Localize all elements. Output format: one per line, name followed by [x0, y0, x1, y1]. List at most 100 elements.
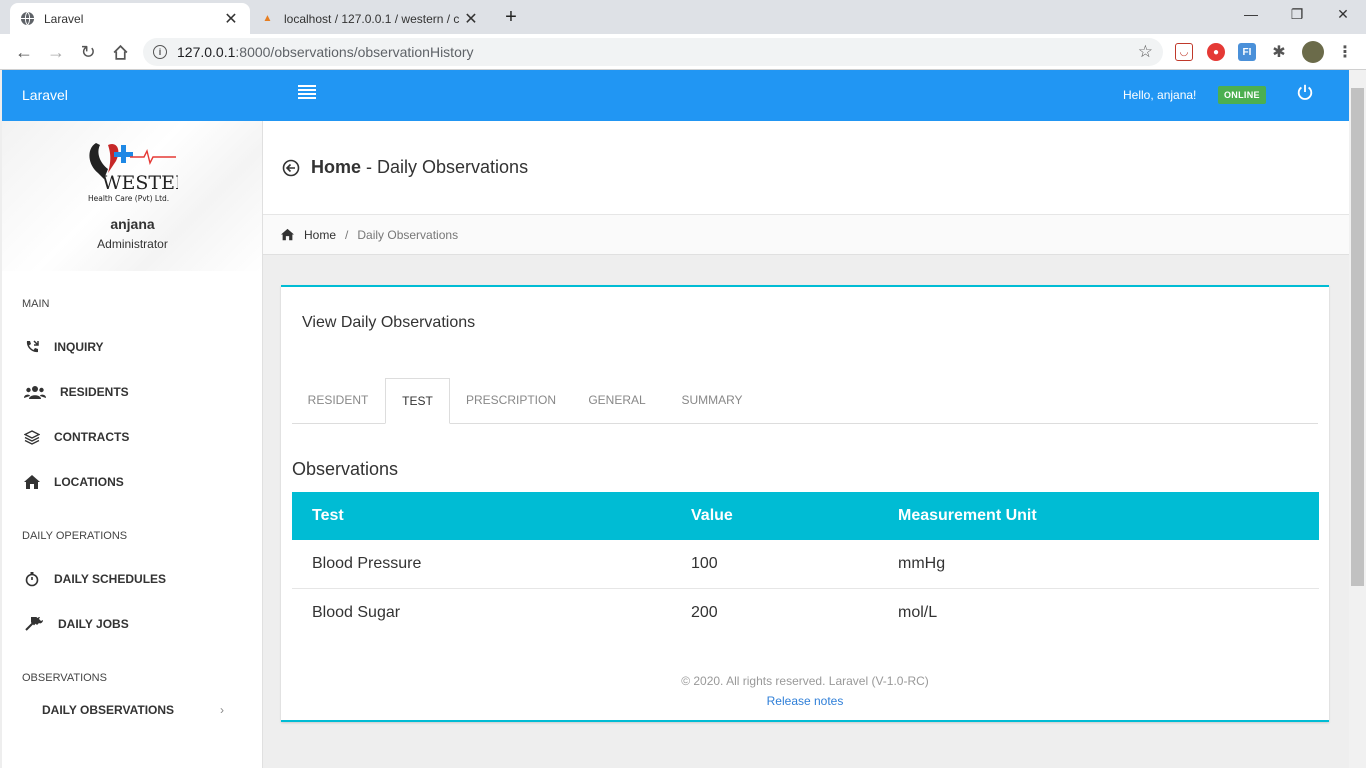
sidebar-item-label: RESIDENTS — [60, 385, 129, 399]
section-daily-operations: DAILY OPERATIONS — [22, 530, 128, 542]
back-arrow-icon[interactable] — [282, 159, 300, 177]
sidebar-item-residents[interactable]: RESIDENTS — [22, 384, 129, 400]
user-role: Administrator — [97, 237, 168, 251]
cell-test: Blood Sugar — [312, 604, 401, 621]
tab-general[interactable]: GENERAL — [573, 378, 661, 424]
release-notes-link[interactable]: Release notes — [281, 694, 1329, 708]
column-header-unit: Measurement Unit — [898, 507, 1037, 524]
browser-tab-laravel[interactable]: Laravel ✕ — [10, 3, 250, 34]
close-icon[interactable]: ✕ — [222, 9, 240, 29]
sidebar-item-label: LOCATIONS — [54, 475, 124, 489]
sidebar: WESTERN Health Care (Pvt) Ltd. anjana Ad… — [2, 121, 263, 768]
tab-resident[interactable]: RESIDENT — [292, 378, 384, 424]
browser-tab-title: localhost / 127.0.0.1 / western / c — [284, 11, 460, 26]
cell-unit: mol/L — [898, 604, 938, 621]
home-icon — [22, 474, 42, 490]
kebab-menu-icon[interactable]: ⋮ — [1336, 43, 1354, 61]
tab-prescription[interactable]: PRESCRIPTION — [450, 378, 572, 424]
column-header-test: Test — [312, 507, 344, 524]
globe-icon — [20, 11, 35, 26]
tab-summary[interactable]: SUMMARY — [663, 378, 761, 424]
column-header-value: Value — [691, 507, 733, 524]
power-icon[interactable] — [1296, 83, 1314, 101]
layers-icon — [22, 429, 42, 445]
sidebar-profile: WESTERN Health Care (Pvt) Ltd. anjana Ad… — [2, 121, 262, 271]
breadcrumb-current: Daily Observations — [357, 227, 459, 242]
copyright-text: © 2020. All rights reserved. Laravel (V-… — [681, 674, 929, 688]
chevron-right-icon: › — [220, 703, 224, 717]
sidebar-item-label: CONTRACTS — [54, 430, 130, 444]
card-title: View Daily Observations — [302, 314, 476, 331]
user-greeting: Hello, anjana! — [1123, 88, 1197, 102]
sidebar-item-contracts[interactable]: CONTRACTS — [22, 429, 129, 445]
pocket-extension-icon[interactable]: ◡ — [1175, 43, 1193, 61]
address-bar[interactable]: i 127.0.0.1:8000/observations/observatio… — [143, 38, 1163, 66]
app-navbar: Laravel Hello, anjana! ONLINE — [2, 70, 1349, 121]
sidebar-item-label: INQUIRY — [54, 340, 104, 354]
table-header: Test Value Measurement Unit — [292, 492, 1319, 540]
phpmyadmin-icon: ▲ — [262, 13, 273, 24]
phone-icon — [22, 339, 42, 355]
reload-icon[interactable]: ↻ — [76, 40, 100, 64]
avatar[interactable] — [1302, 41, 1324, 63]
breadcrumb-separator: / — [345, 227, 349, 242]
app-brand[interactable]: Laravel — [22, 87, 68, 103]
url-host: 127.0.0.1 — [177, 44, 236, 60]
minimize-icon[interactable]: — — [1236, 6, 1266, 22]
browser-tab-phpmyadmin[interactable]: ▲ localhost / 127.0.0.1 / western / c ✕ — [250, 3, 490, 34]
url-path: :8000/observations/observationHistory — [235, 44, 474, 60]
browser-tab-title: Laravel — [44, 11, 84, 26]
translate-extension-icon[interactable]: FI — [1238, 43, 1256, 61]
cell-unit: mmHg — [898, 555, 946, 572]
western-logo: WESTERN Health Care (Pvt) Ltd. — [88, 143, 178, 203]
cell-test: Blood Pressure — [312, 555, 422, 572]
home-icon — [281, 228, 294, 241]
restore-icon[interactable]: ❐ — [1282, 6, 1312, 23]
page-scrollbar[interactable] — [1349, 70, 1366, 768]
status-badge: ONLINE — [1218, 86, 1266, 104]
tab-test[interactable]: TEST — [385, 378, 450, 424]
tools-icon — [22, 616, 46, 632]
sidebar-item-inquiry[interactable]: INQUIRY — [22, 339, 104, 355]
stopwatch-icon — [22, 571, 42, 587]
breadcrumb: Home / Daily Observations — [263, 215, 1349, 255]
sidebar-item-daily-observations[interactable]: DAILY OBSERVATIONS › — [42, 703, 224, 717]
sidebar-item-daily-jobs[interactable]: DAILY JOBS — [22, 616, 129, 632]
sidebar-item-label: DAILY SCHEDULES — [54, 572, 167, 586]
scrollbar-thumb[interactable] — [1351, 88, 1364, 586]
cell-value: 200 — [691, 604, 718, 621]
sidebar-item-label: DAILY JOBS — [58, 617, 129, 631]
puzzle-icon[interactable]: ✱ — [1270, 43, 1288, 61]
users-icon — [22, 384, 48, 400]
svg-text:Health Care (Pvt) Ltd.: Health Care (Pvt) Ltd. — [88, 194, 169, 203]
info-icon[interactable]: i — [153, 45, 167, 59]
page-footer: © 2020. All rights reserved. Laravel (V-… — [281, 674, 1329, 708]
page-title: Home - Daily Observations — [311, 157, 529, 177]
browser-toolbar: ← → ↻ i 127.0.0.1:8000/observations/obse… — [0, 34, 1366, 70]
sidebar-item-label: DAILY OBSERVATIONS — [42, 703, 175, 717]
back-icon[interactable]: ← — [12, 40, 36, 64]
svg-text:WESTERN: WESTERN — [102, 172, 178, 194]
section-main: MAIN — [22, 298, 50, 310]
user-name: anjana — [110, 216, 155, 232]
adblock-extension-icon[interactable]: ● — [1207, 43, 1225, 61]
home-icon[interactable] — [108, 40, 132, 64]
table-row: Blood Sugar 200 mol/L — [292, 589, 1319, 638]
hamburger-icon[interactable] — [298, 85, 316, 99]
page-header: Home - Daily Observations — [263, 121, 1349, 215]
star-icon[interactable]: ☆ — [1138, 42, 1153, 62]
observations-heading: Observations — [292, 459, 399, 479]
window-close-icon[interactable]: ✕ — [1328, 6, 1358, 23]
observations-table: Test Value Measurement Unit Blood Pressu… — [292, 492, 1319, 638]
close-icon[interactable]: ✕ — [462, 9, 480, 29]
cell-value: 100 — [691, 555, 718, 572]
new-tab-icon[interactable]: + — [497, 5, 525, 29]
section-observations: OBSERVATIONS — [22, 672, 107, 684]
table-row: Blood Pressure 100 mmHg — [292, 540, 1319, 589]
observation-tabs: RESIDENT TEST PRESCRIPTION GENERAL SUMMA… — [292, 378, 1318, 424]
sidebar-item-locations[interactable]: LOCATIONS — [22, 474, 124, 490]
forward-icon[interactable]: → — [44, 40, 68, 64]
breadcrumb-home[interactable]: Home — [304, 228, 336, 242]
sidebar-item-daily-schedules[interactable]: DAILY SCHEDULES — [22, 571, 166, 587]
observations-card: View Daily Observations RESIDENT TEST PR… — [281, 285, 1329, 722]
